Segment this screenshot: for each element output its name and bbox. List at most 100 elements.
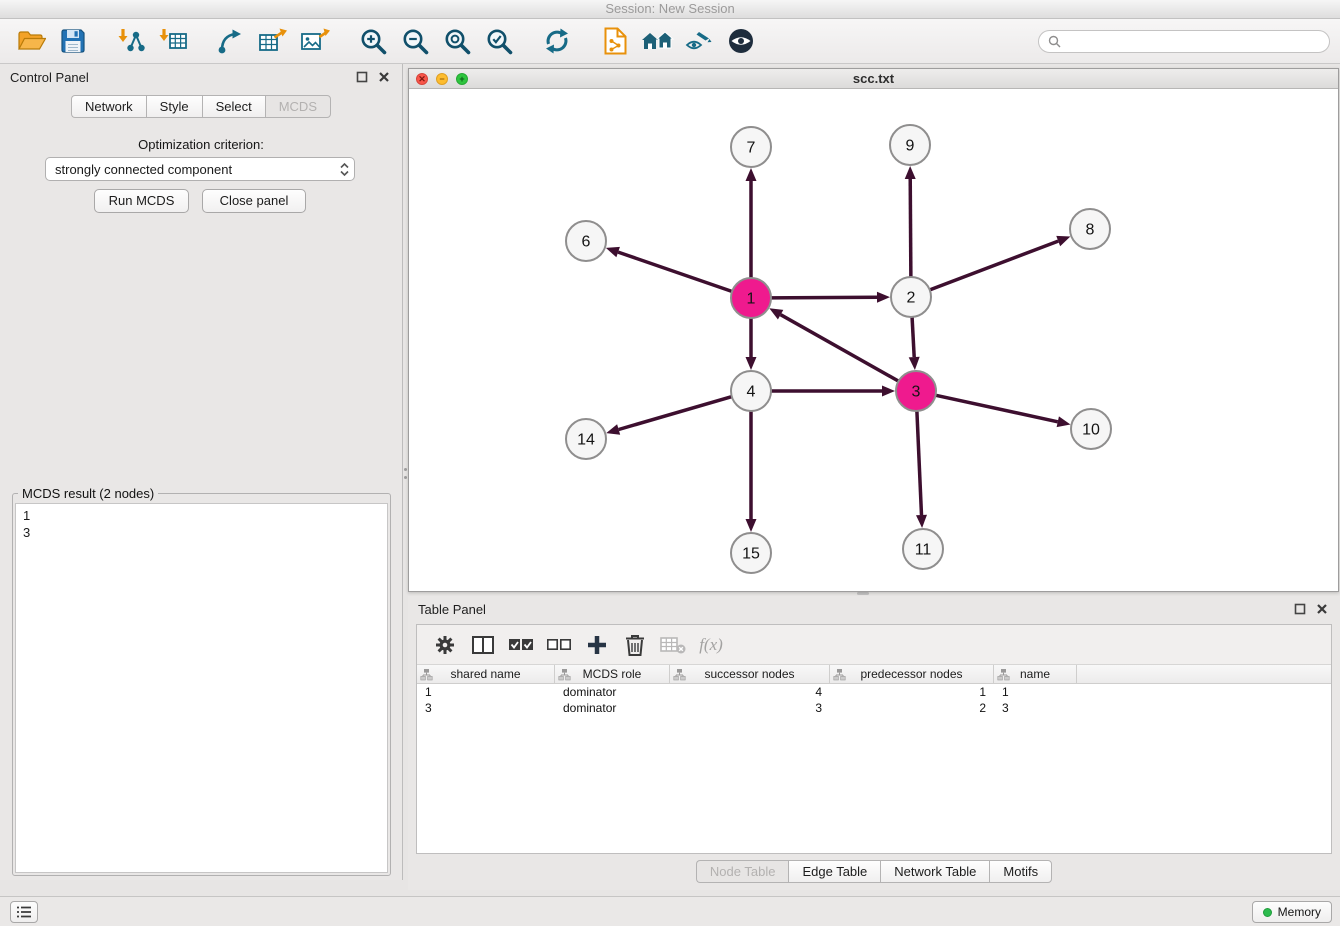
tab-motifs[interactable]: Motifs: [989, 860, 1052, 883]
search-input[interactable]: [1066, 34, 1320, 48]
network-node-7[interactable]: 7: [731, 127, 771, 167]
table-cell: 2: [830, 700, 994, 716]
annotation-mode-button[interactable]: [678, 22, 720, 60]
import-table-from-file-button[interactable]: [152, 22, 194, 60]
network-node-8[interactable]: 8: [1070, 209, 1110, 249]
status-bar: Memory: [0, 896, 1340, 926]
mcds-result-area[interactable]: 13: [15, 503, 388, 873]
split-view-button[interactable]: [467, 630, 499, 660]
network-canvas[interactable]: 7 9 6 8 1 2 4 3 14 10 15 11: [409, 89, 1338, 591]
edge-4-14[interactable]: [619, 396, 734, 429]
edge-3-1[interactable]: [781, 315, 901, 382]
zoom-out-button[interactable]: [394, 22, 436, 60]
cluster-maker-button[interactable]: [636, 22, 678, 60]
horizontal-splitter-handle[interactable]: [857, 592, 869, 595]
list-icon: [16, 905, 32, 919]
zoom-fit-button[interactable]: [436, 22, 478, 60]
minimize-window-button[interactable]: −: [436, 73, 448, 85]
zoom-in-icon: [360, 28, 387, 55]
deselect-all-button[interactable]: [543, 630, 575, 660]
tab-style[interactable]: Style: [146, 95, 202, 118]
close-table-panel-icon[interactable]: [1313, 601, 1330, 618]
export-network-button[interactable]: [252, 22, 294, 60]
tab-select[interactable]: Select: [202, 95, 265, 118]
gear-button[interactable]: [429, 630, 461, 660]
task-history-button[interactable]: [10, 901, 38, 923]
table-panel: Table Panel f(x) shared nameMCDS rolesuc…: [408, 596, 1340, 890]
close-panel-button[interactable]: Close panel: [202, 189, 306, 213]
network-node-1[interactable]: 1: [731, 278, 771, 318]
network-node-10[interactable]: 10: [1071, 409, 1111, 449]
zoom-selected-button[interactable]: [478, 22, 520, 60]
share-document-button[interactable]: [594, 22, 636, 60]
select-all-button[interactable]: [505, 630, 537, 660]
network-node-6[interactable]: 6: [566, 221, 606, 261]
edge-2-3[interactable]: [912, 315, 914, 357]
network-node-4[interactable]: 4: [731, 371, 771, 411]
network-node-2[interactable]: 2: [891, 277, 931, 317]
edge-3-11[interactable]: [917, 409, 922, 515]
network-node-11[interactable]: 11: [903, 529, 943, 569]
network-node-14[interactable]: 14: [566, 419, 606, 459]
tab-network[interactable]: Network: [71, 95, 146, 118]
save-session-button[interactable]: [52, 22, 94, 60]
zoom-in-button[interactable]: [352, 22, 394, 60]
mcds-result-groupbox: MCDS result (2 nodes) 13: [12, 493, 391, 876]
edge-1-6[interactable]: [618, 252, 734, 292]
optimization-criterion-dropdown[interactable]: strongly connected component: [45, 157, 355, 181]
tab-network-table[interactable]: Network Table: [880, 860, 989, 883]
column-header-successor-nodes[interactable]: successor nodes: [670, 665, 830, 683]
apply-layout-button[interactable]: [536, 22, 578, 60]
node-label: 7: [747, 140, 756, 157]
column-header-label: MCDS role: [583, 667, 642, 681]
float-table-panel-icon[interactable]: [1291, 601, 1308, 618]
tab-mcds[interactable]: MCDS: [265, 95, 331, 118]
column-header-name[interactable]: name: [994, 665, 1077, 683]
tab-edge-table[interactable]: Edge Table: [788, 860, 880, 883]
export-image-button[interactable]: [294, 22, 336, 60]
tab-node-table[interactable]: Node Table: [696, 860, 789, 883]
memory-button[interactable]: Memory: [1252, 901, 1332, 923]
show-hide-panel-button[interactable]: [720, 22, 762, 60]
close-window-button[interactable]: ✕: [416, 73, 428, 85]
table-tabs: Node TableEdge TableNetwork TableMotifs: [408, 860, 1340, 883]
edge-arrowhead: [1057, 416, 1071, 427]
panel-splitter-handle[interactable]: [404, 468, 407, 471]
table-body: 1dominator4113dominator323: [417, 684, 1331, 716]
network-window-titlebar: ✕ − + scc.txt: [409, 69, 1338, 89]
add-row-button[interactable]: [581, 630, 613, 660]
column-header-predecessor-nodes[interactable]: predecessor nodes: [830, 665, 994, 683]
float-panel-icon[interactable]: [353, 69, 370, 86]
network-node-9[interactable]: 9: [890, 125, 930, 165]
delete-row-button[interactable]: [619, 630, 651, 660]
edge-2-8[interactable]: [928, 241, 1058, 291]
search-icon: [1048, 35, 1061, 48]
open-file-button[interactable]: [10, 22, 52, 60]
node-label: 9: [906, 138, 915, 155]
delete-table-button[interactable]: [657, 630, 689, 660]
edge-1-2[interactable]: [769, 297, 877, 298]
maximize-window-button[interactable]: +: [456, 73, 468, 85]
save-session-icon: [60, 28, 86, 54]
fx-button[interactable]: f(x): [695, 630, 727, 660]
column-header-label: shared name: [450, 667, 520, 681]
new-network-button[interactable]: [210, 22, 252, 60]
run-mcds-button[interactable]: Run MCDS: [94, 189, 189, 213]
optimization-criterion-label: Optimization criterion:: [0, 137, 402, 152]
column-header-label: name: [1020, 667, 1050, 681]
search-box[interactable]: [1038, 30, 1330, 53]
edge-arrowhead: [909, 357, 920, 370]
network-node-15[interactable]: 15: [731, 533, 771, 573]
column-header-shared-name[interactable]: shared name: [417, 665, 555, 683]
import-network-from-file-button[interactable]: [110, 22, 152, 60]
edge-3-10[interactable]: [934, 395, 1058, 422]
column-header-MCDS-role[interactable]: MCDS role: [555, 665, 670, 683]
close-panel-icon[interactable]: [375, 69, 392, 86]
network-node-3[interactable]: 3: [896, 371, 936, 411]
edge-arrowhead: [882, 386, 895, 397]
edge-2-9[interactable]: [910, 179, 911, 279]
panel-splitter-handle[interactable]: [404, 476, 407, 479]
table-row[interactable]: 3dominator323: [417, 700, 1331, 716]
table-row[interactable]: 1dominator411: [417, 684, 1331, 700]
sort-tree-icon: [997, 668, 1010, 681]
